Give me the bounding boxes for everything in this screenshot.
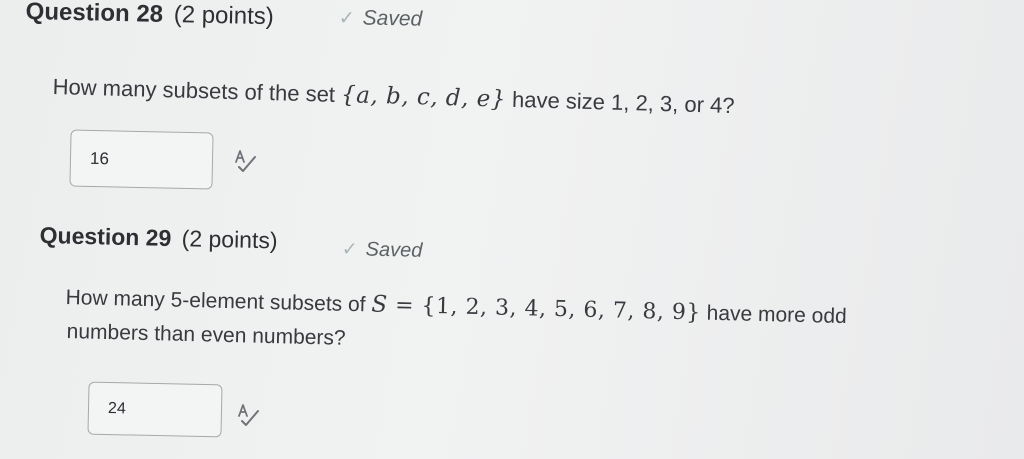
saved-status: ✓ Saved [341,238,423,263]
prompt-equals: = [387,292,422,319]
answer-input[interactable]: 16 [69,129,214,190]
question-28: Question 28 (2 points) ✓ Saved How many s… [0,0,1024,200]
question-header: Question 29 (2 points) [39,222,277,254]
saved-label: Saved [362,6,423,31]
spellcheck-icon[interactable] [236,402,262,428]
saved-status: ✓ Saved [338,6,423,32]
question-points: (2 points) [173,1,275,31]
question-prompt: How many subsets of the set {a, b, c, d,… [52,74,735,119]
spellcheck-icon[interactable] [233,148,259,174]
saved-label: Saved [365,238,423,262]
prompt-text-tail: have size 1, 2, 3, or 4? [505,86,735,119]
prompt-text-tail: have more odd [700,301,848,329]
answer-input[interactable]: 24 [87,381,223,438]
question-29: Question 29 (2 points) ✓ Saved How many 5… [0,200,1024,459]
question-header: Question 28 (2 points) [25,0,274,31]
prompt-set: {a, b, c, d, e} [340,82,507,113]
prompt-set: {1, 2, 3, 4, 5, 6, 7, 8, 9} [421,293,702,326]
question-points: (2 points) [181,225,278,254]
answer-value: 16 [89,148,110,168]
question-number: Question 28 [25,0,164,28]
question-prompt-line2: numbers than even numbers? [66,320,346,351]
prompt-text: How many 5-element subsets of [65,285,372,317]
prompt-text: How many subsets of the set [52,74,342,108]
check-icon: ✓ [341,238,358,261]
check-icon: ✓ [338,7,355,30]
prompt-variable: S [371,291,388,318]
answer-value: 24 [107,399,126,417]
prompt-text-line2: numbers than even numbers? [66,320,346,350]
question-number: Question 29 [39,222,172,251]
